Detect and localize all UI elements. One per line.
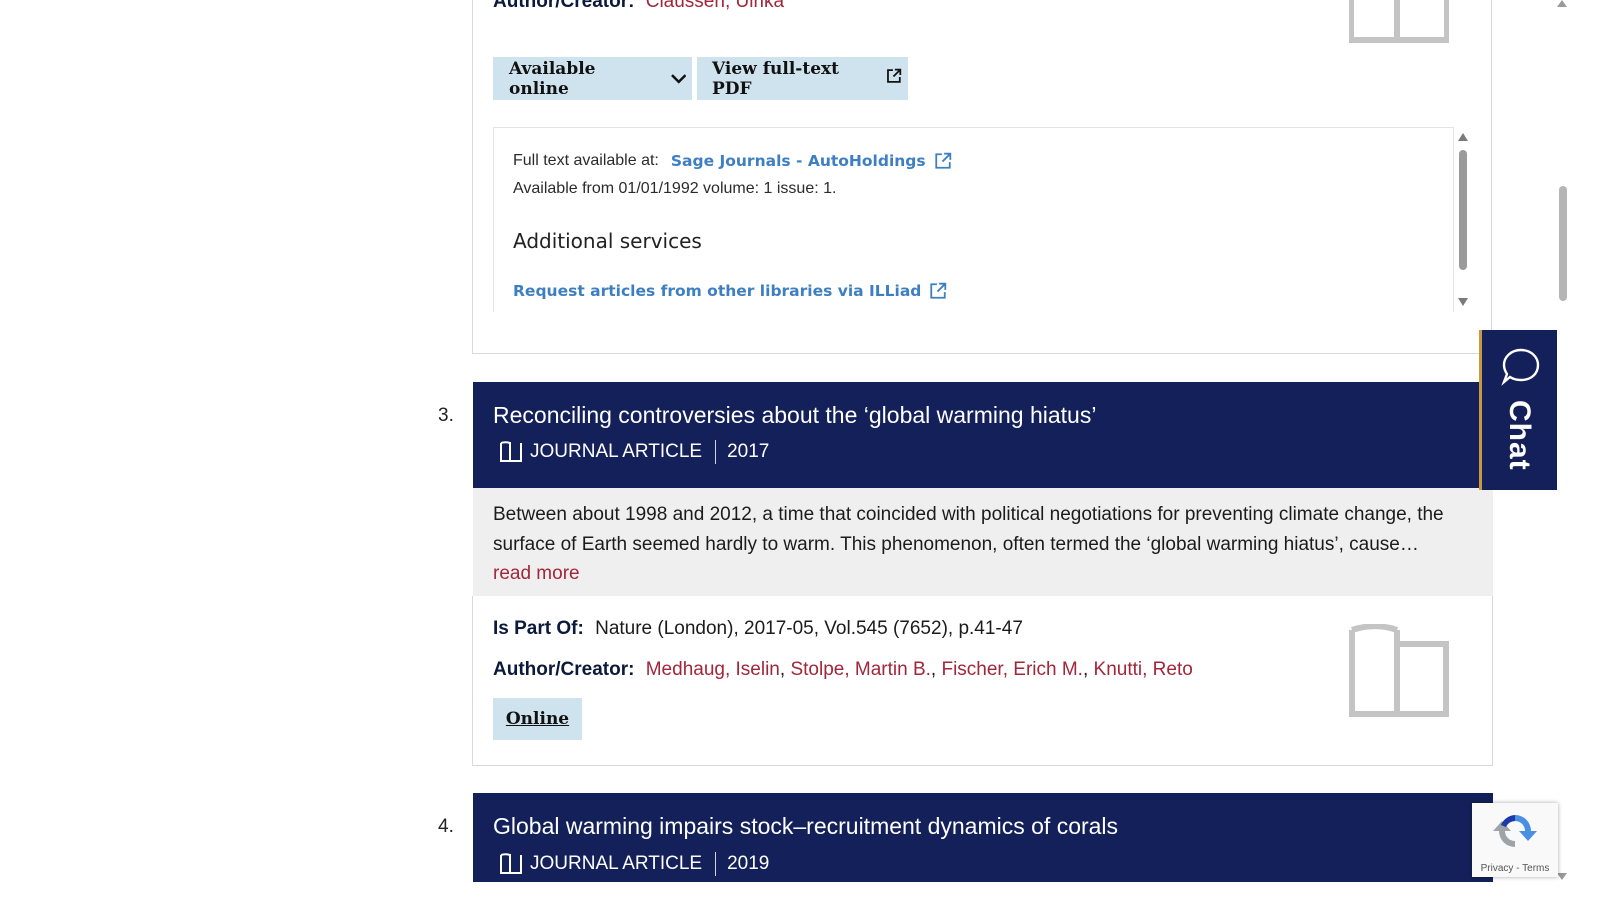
scrollbar-thumb[interactable] [1459,150,1467,270]
result-title[interactable]: Global warming impairs stock–recruitment… [493,813,1118,840]
author-link[interactable]: Knutti, Reto [1094,659,1193,680]
author-separator: , [930,659,942,680]
chat-label: Chat [1503,400,1536,471]
additional-services-heading: Additional services [513,229,702,253]
read-more-link[interactable]: read more [493,563,580,584]
external-link-icon [887,68,902,83]
scroll-up-arrow-icon[interactable] [1458,133,1468,141]
authors-row: Author/Creator: Medhaug, Iselin, Stolpe,… [493,659,1193,681]
result-card-2: Author/Creator: Claussen, Ulrika Availab… [472,0,1492,354]
view-pdf-label: View full-text PDF [712,58,840,99]
fulltext-label: Full text available at: [513,152,659,169]
recaptcha-badge[interactable]: Privacy - Terms [1472,803,1558,877]
recaptcha-privacy-terms[interactable]: Privacy - Terms [1472,863,1558,874]
meta-divider [715,852,717,876]
author-link[interactable]: Stolpe, Martin B. [790,659,930,680]
publication-year: 2017 [727,441,770,462]
provider-link[interactable]: Sage Journals - AutoHoldings [671,152,926,170]
result-4-header: Global warming impairs stock–recruitment… [473,793,1493,888]
chat-widget-button[interactable]: Chat [1479,330,1557,490]
scroll-down-arrow-icon[interactable] [1458,298,1468,306]
external-link-icon[interactable] [934,152,952,170]
result-3-body: Is Part Of: Nature (London), 2017-05, Vo… [472,596,1493,766]
publication-year: 2019 [727,853,770,874]
result-meta: JOURNAL ARTICLE 2019 [499,852,769,876]
illiad-request-link[interactable]: Request articles from other libraries vi… [513,282,947,300]
result-title[interactable]: Reconciling controversies about the ‘glo… [493,402,1096,429]
abstract-text: Between about 1998 and 2012, a time that… [493,504,1444,555]
available-online-button[interactable]: Available online [493,57,692,100]
author-link[interactable]: Fischer, Erich M. [941,659,1082,680]
author-separator: , [779,659,791,680]
author-separator: , [1082,659,1094,680]
chevron-down-icon [670,73,686,84]
is-part-of-value: Nature (London), 2017-05, Vol.545 (7652)… [595,618,1023,639]
resource-type: JOURNAL ARTICLE [530,441,703,462]
result-number: 3. [438,405,454,426]
online-button[interactable]: Online [493,698,582,740]
open-book-icon [500,853,522,874]
result-meta: JOURNAL ARTICLE 2017 [499,440,769,464]
result-2-author-row: Author/Creator: Claussen, Ulrika [493,0,784,14]
page-bottom-edge [0,882,1600,900]
scroll-up-arrow-icon[interactable] [1557,0,1567,7]
open-book-icon [1349,0,1449,43]
open-book-icon [500,441,522,462]
view-full-text-pdf-button[interactable]: View full-text PDF [697,57,908,100]
availability-panel-scrollbar[interactable] [1455,130,1471,310]
chat-bubble-icon [1501,348,1540,386]
author-label: Author/Creator: [493,659,635,680]
result-abstract: Between about 1998 and 2012, a time that… [473,488,1493,596]
available-online-label: Available online [509,58,596,99]
is-part-of-label: Is Part Of: [493,618,584,639]
page-scrollbar[interactable] [1556,0,1568,882]
result-3-header: Reconciling controversies about the ‘glo… [473,382,1493,488]
is-part-of-row: Is Part Of: Nature (London), 2017-05, Vo… [493,618,1023,640]
result-number: 4. [438,816,454,837]
author-link[interactable]: Medhaug, Iselin [646,659,780,680]
resource-type: JOURNAL ARTICLE [530,853,703,874]
author-link[interactable]: Claussen, Ulrika [646,0,784,12]
illiad-link-label: Request articles from other libraries vi… [513,282,922,300]
open-book-icon [1349,624,1449,717]
availability-detail: Available from 01/01/1992 volume: 1 issu… [513,180,837,197]
author-label: Author/Creator: [493,0,635,12]
scroll-down-arrow-icon[interactable] [1557,873,1567,880]
page-scrollbar-thumb[interactable] [1559,186,1567,301]
availability-panel: Full text available at: Sage Journals - … [493,127,1454,312]
meta-divider [715,440,717,464]
recaptcha-icon [1493,815,1537,847]
fulltext-row: Full text available at: Sage Journals - … [513,152,952,170]
external-link-icon [930,282,947,299]
